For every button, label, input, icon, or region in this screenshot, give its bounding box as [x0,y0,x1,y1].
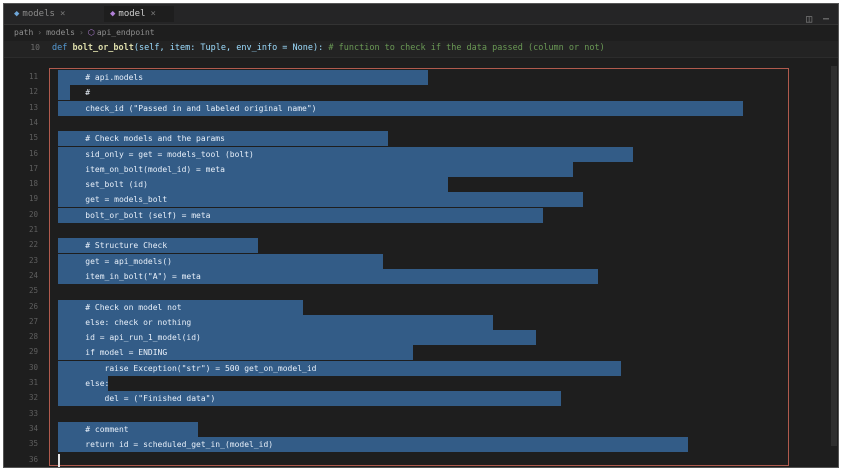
line-number: 34 [28,423,38,433]
python-file-icon: ◆ [110,9,116,19]
line-number: 35 [28,439,38,449]
code-line[interactable] [66,407,786,422]
line-number: 27 [28,316,38,326]
line-number: 13 [28,102,38,112]
line-number: 20 [28,209,38,219]
python-file-icon: ◆ [14,9,20,19]
tab-bar: ◆ models × ◆ model × ◫ ⋯ [4,4,838,25]
code-line[interactable]: raise Exception("str") = 500 get_on_mode… [66,361,786,376]
code-line[interactable]: sid_only = get = models_tool (bolt) [66,147,786,162]
sticky-code: def bolt_or_bolt(self, item: Tuple, env_… [52,43,832,53]
line-number: 31 [28,378,38,387]
code-line[interactable]: else: check or nothing [66,315,786,330]
line-number: 28 [28,332,38,342]
line-number: 14 [28,117,38,127]
line-number: 25 [28,286,38,296]
tab-label: models [22,9,55,19]
code-line[interactable] [66,453,786,468]
code-line[interactable]: id = api_run_1_model(id) [66,330,786,345]
code-line[interactable]: get = models_bolt [66,192,786,207]
code-line[interactable]: set_bolt (id) [66,177,786,192]
code-line[interactable]: bolt_or_bolt (self) = meta [66,208,786,223]
tab-model[interactable]: ◆ model × [104,6,174,22]
function-name: bolt_or_bolt [72,43,134,53]
scrollbar-thumb[interactable] [831,66,837,446]
editor-window: ◆ models × ◆ model × ◫ ⋯ path › models › ⬡ api_end… [3,3,839,468]
code-line[interactable] [66,116,786,131]
sticky-scroll-line[interactable]: 10 def bolt_or_bolt(self, item: Tuple, e… [4,41,838,58]
editor-actions: ◫ ⋯ [798,7,832,25]
code-line[interactable]: return id = scheduled_get_in_(model_id) [66,437,786,452]
line-number: 16 [28,148,38,158]
code-line[interactable]: # Structure Check [66,238,786,253]
code-line[interactable]: check_id ("Passed in and labeled origina… [66,101,786,116]
code-line[interactable]: else: [66,376,786,391]
code-line[interactable]: # comment [66,422,786,437]
line-number: 15 [28,133,38,143]
line-number: 10 [30,43,40,52]
code-line[interactable] [66,223,786,238]
code-comment: # function to check if the data passed (… [328,43,605,53]
breadcrumb: path › models › ⬡ api_endpoint [14,26,155,39]
line-number: 19 [28,194,38,204]
code-line[interactable]: del = ("Finished data") [66,391,786,406]
line-number: 36 [28,454,38,464]
tab-label: model [118,9,146,19]
line-number-gutter: 11 12 13 14 15 16 17 18 19 20 21 22 23 24 25 26 27 28 29 30… [4,62,48,467]
breadcrumb-item[interactable]: path [14,28,33,37]
symbol-icon: ⬡ [87,28,95,37]
code-line[interactable]: # [66,85,786,100]
line-number: 21 [28,225,38,234]
code-line[interactable] [66,284,786,299]
line-number: 23 [28,255,38,265]
line-number: 26 [28,301,38,311]
close-icon[interactable]: × [151,9,156,19]
keyword: def [52,43,68,53]
more-actions-icon[interactable]: ⋯ [820,14,832,26]
code-line[interactable]: # Check models and the params [66,131,786,146]
line-number: 33 [28,408,38,418]
line-number: 24 [28,270,38,280]
code-line[interactable]: get = api_models() [66,254,786,269]
close-icon[interactable]: × [60,9,65,19]
code-line[interactable]: if model = ENDING [66,345,786,360]
line-number: 11 [28,72,38,81]
breadcrumb-item[interactable]: models [46,28,75,37]
breadcrumb-item[interactable]: api_endpoint [97,28,155,37]
function-params: (self, item: Tuple, env_info = None): [133,43,324,53]
line-number: 18 [28,179,38,189]
text-cursor [58,453,60,467]
line-number: 22 [28,240,38,250]
code-line[interactable]: # Check on model not [66,300,786,315]
line-number: 30 [28,362,38,372]
code-line[interactable]: # api.models [66,70,786,85]
line-number: 17 [28,163,38,173]
split-editor-icon[interactable]: ◫ [803,14,815,26]
code-line[interactable]: item_on_bolt(model_id) = meta [66,162,786,177]
chevron-right-icon: › [37,28,43,37]
line-number: 12 [28,87,38,97]
code-line[interactable]: item_in_bolt("A") = meta [66,269,786,284]
line-number: 32 [28,393,38,403]
tab-models[interactable]: ◆ models × [8,6,100,22]
chevron-right-icon: › [79,28,84,37]
line-number: 29 [28,347,38,357]
code-editor[interactable]: # api.models # check_id ("Passed in and … [48,62,833,467]
